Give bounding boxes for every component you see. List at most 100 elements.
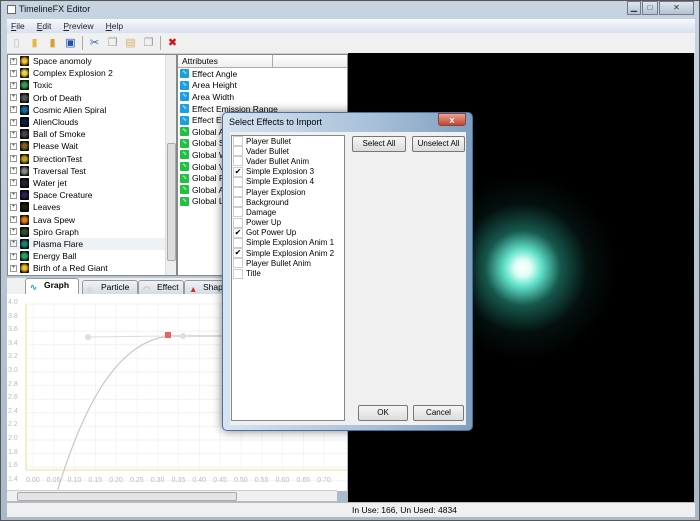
tree-item[interactable]: + Traversal Test <box>8 165 176 177</box>
tree-item[interactable]: + Water jet <box>8 177 176 189</box>
checkbox-unchecked[interactable] <box>233 237 243 248</box>
effect-checkbox-item[interactable]: Damage <box>232 207 344 218</box>
expand-icon[interactable]: + <box>10 240 17 248</box>
expand-icon[interactable]: + <box>10 81 17 89</box>
tab-particle[interactable]: ○ Particle <box>82 280 138 294</box>
expand-icon[interactable]: + <box>10 216 17 224</box>
expand-icon[interactable]: + <box>10 106 17 114</box>
tab-effect[interactable]: ◠ Effect <box>138 280 184 294</box>
expand-icon[interactable]: + <box>10 167 17 175</box>
checkbox-checked[interactable]: ✔ <box>233 166 243 177</box>
scrollbar-thumb[interactable] <box>167 143 176 261</box>
tree-item[interactable]: + DirectionTest <box>8 153 176 165</box>
effect-checkbox-item[interactable]: Player Explosion <box>232 187 344 198</box>
attribute-item[interactable]: ∿ Area Width <box>178 91 347 103</box>
tree-item[interactable]: + Complex Explosion 2 <box>8 67 176 79</box>
paste-icon[interactable]: ▤ <box>124 37 137 50</box>
effect-checkbox-item[interactable]: Player Bullet Anim <box>232 258 344 269</box>
expand-icon[interactable]: + <box>10 179 17 187</box>
scrollbar-thumb[interactable] <box>17 492 237 501</box>
tree-item[interactable]: + Leaves <box>8 201 176 213</box>
tree-item[interactable]: + Orb of Death <box>8 92 176 104</box>
effect-checkbox-item[interactable]: Simple Explosion Anim 1 <box>232 237 344 248</box>
checkbox-unchecked[interactable] <box>233 197 243 208</box>
attribute-item[interactable]: ∿ Effect Angle <box>178 68 347 80</box>
tab-graph[interactable]: ∿ Graph <box>25 278 79 294</box>
attribute-item[interactable]: ∿ Area Height <box>178 80 347 92</box>
effect-checkbox-item[interactable]: Power Up <box>232 217 344 228</box>
expand-icon[interactable]: + <box>10 228 17 236</box>
effect-checkbox-item[interactable]: Background <box>232 197 344 208</box>
checkbox-unchecked[interactable] <box>233 136 243 147</box>
duplicate-icon[interactable]: ❐ <box>142 37 155 50</box>
selected-node[interactable] <box>165 332 171 338</box>
checkbox-unchecked[interactable] <box>233 187 243 198</box>
tree-item[interactable]: + Toxic <box>8 79 176 91</box>
tree-item[interactable]: + Ball of Smoke <box>8 128 176 140</box>
dialog-close-button[interactable]: x <box>438 113 466 126</box>
effect-checkbox-item[interactable]: Simple Explosion 4 <box>232 176 344 187</box>
effect-checkbox-item[interactable]: Title <box>232 268 344 279</box>
expand-icon[interactable]: + <box>10 191 17 199</box>
checkbox-unchecked[interactable] <box>233 207 243 218</box>
checkbox-unchecked[interactable] <box>233 268 243 279</box>
expand-icon[interactable]: + <box>10 264 17 272</box>
checkbox-unchecked[interactable] <box>233 217 243 228</box>
maximize-button[interactable]: □ <box>642 1 658 15</box>
y-tick-label: 1.8 <box>8 448 18 456</box>
effect-checkbox-item[interactable]: Vader Bullet Anim <box>232 156 344 167</box>
menu-help[interactable]: Help <box>106 21 123 31</box>
tree-item[interactable]: + Space Creature <box>8 189 176 201</box>
tree-scrollbar[interactable] <box>165 55 176 275</box>
expand-icon[interactable]: + <box>10 69 17 77</box>
delete-icon[interactable]: ✖ <box>166 37 179 50</box>
cut-icon[interactable]: ✂ <box>88 37 101 50</box>
tree-item[interactable]: + Spiro Graph <box>8 226 176 238</box>
expand-icon[interactable]: + <box>10 118 17 126</box>
menu-preview[interactable]: Preview <box>63 21 93 31</box>
close-button[interactable]: ✕ <box>659 1 694 15</box>
cancel-button[interactable]: Cancel <box>413 405 464 421</box>
open-folder-icon[interactable]: ▮ <box>28 37 41 50</box>
effect-checkbox-item[interactable]: ✔ Got Power Up <box>232 227 344 238</box>
menu-edit[interactable]: Edit <box>37 21 52 31</box>
save-icon[interactable]: ▣ <box>64 37 77 50</box>
expand-icon[interactable]: + <box>10 94 17 102</box>
effect-checkbox-item[interactable]: Vader Bullet <box>232 146 344 157</box>
copy-icon[interactable]: ❐ <box>106 37 119 50</box>
checkbox-checked[interactable]: ✔ <box>233 227 243 238</box>
tree-item[interactable]: + AlienClouds <box>8 116 176 128</box>
checkbox-unchecked[interactable] <box>233 146 243 157</box>
menu-file[interactable]: File <box>11 21 25 31</box>
effect-checkbox-item[interactable]: Player Bullet <box>232 136 344 147</box>
checkbox-unchecked[interactable] <box>233 176 243 187</box>
import-icon[interactable]: ▮ <box>46 37 59 50</box>
expand-icon[interactable]: + <box>10 142 17 150</box>
expand-icon[interactable]: + <box>10 57 17 65</box>
unselect-all-button[interactable]: Unselect All <box>412 136 465 152</box>
expand-icon[interactable]: + <box>10 155 17 163</box>
effect-checkbox-item[interactable]: ✔ Simple Explosion Anim 2 <box>232 248 344 259</box>
expand-icon[interactable]: + <box>10 252 17 260</box>
checkbox-unchecked[interactable] <box>233 156 243 167</box>
effect-checkbox-item[interactable]: ✔ Simple Explosion 3 <box>232 166 344 177</box>
select-all-button[interactable]: Select All <box>352 136 406 152</box>
tree-item[interactable]: + Cosmic Alien Spiral <box>8 104 176 116</box>
expand-icon[interactable]: + <box>10 203 17 211</box>
curve-handle[interactable] <box>180 333 186 339</box>
expand-icon[interactable]: + <box>10 130 17 138</box>
new-file-icon[interactable]: ▯ <box>10 37 23 50</box>
curve-handle[interactable] <box>85 334 91 340</box>
attributes-header[interactable]: Attributes <box>178 55 273 67</box>
minimize-button[interactable]: ▁ <box>627 1 641 15</box>
tree-item[interactable]: + Please Wait <box>8 140 176 152</box>
checkbox-unchecked[interactable] <box>233 258 243 269</box>
tree-item[interactable]: + Space anomoly <box>8 55 176 67</box>
ok-button[interactable]: OK <box>358 405 408 421</box>
tree-item[interactable]: + Lava Spew <box>8 213 176 225</box>
tree-item[interactable]: + Energy Ball <box>8 250 176 262</box>
graph-horizontal-scrollbar[interactable] <box>7 490 337 501</box>
tree-item[interactable]: + Birth of a Red Giant <box>8 262 176 274</box>
tree-item[interactable]: + Plasma Flare <box>8 237 176 250</box>
checkbox-checked[interactable]: ✔ <box>233 248 243 259</box>
